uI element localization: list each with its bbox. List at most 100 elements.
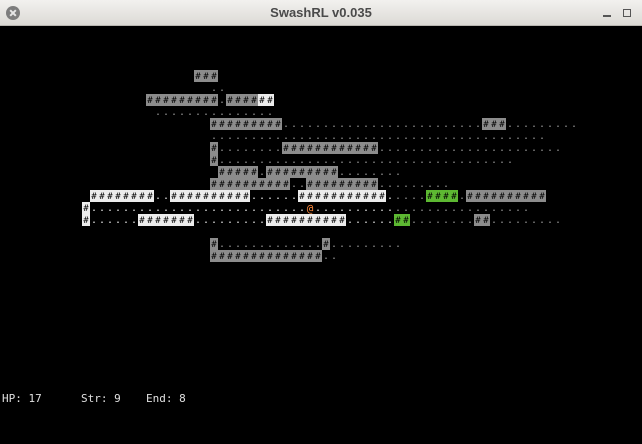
floor-tile: . xyxy=(379,131,385,142)
wall-glyph: # xyxy=(83,204,89,214)
floor-tile: . xyxy=(275,191,281,202)
floor-tile: . xyxy=(331,119,337,130)
wall-glyph: # xyxy=(299,216,305,226)
wall-glyph: # xyxy=(227,96,233,106)
floor-tile: . xyxy=(307,239,313,250)
wall-glyph: # xyxy=(155,216,161,226)
floor-tile: . xyxy=(347,131,353,142)
floor-tile: . xyxy=(259,167,265,178)
wall-glyph: # xyxy=(243,168,249,178)
floor-tile: . xyxy=(499,143,505,154)
floor-tile: . xyxy=(539,143,545,154)
wall-glyph: # xyxy=(275,120,281,130)
floor-tile: . xyxy=(555,119,561,130)
floor-tile: . xyxy=(451,143,457,154)
floor-tile: . xyxy=(315,239,321,250)
floor-tile: . xyxy=(451,155,457,166)
floor-tile: . xyxy=(107,203,113,214)
floor-tile: . xyxy=(459,119,465,130)
floor-tile: . xyxy=(547,119,553,130)
floor-tile: . xyxy=(299,239,305,250)
wall-glyph: # xyxy=(323,144,329,154)
floor-tile: . xyxy=(363,155,369,166)
wall-glyph: # xyxy=(179,192,185,202)
wall-glyph: # xyxy=(147,216,153,226)
wall-glyph: # xyxy=(307,180,313,190)
floor-tile: . xyxy=(91,215,97,226)
floor-tile: . xyxy=(267,191,273,202)
floor-tile: . xyxy=(403,119,409,130)
floor-tile: . xyxy=(155,191,161,202)
floor-tile: . xyxy=(243,143,249,154)
wall-glyph: # xyxy=(331,180,337,190)
wall-glyph: # xyxy=(259,180,265,190)
wall-glyph: # xyxy=(147,96,153,106)
floor-tile: . xyxy=(411,155,417,166)
floor-tile: . xyxy=(339,167,345,178)
floor-tile: . xyxy=(411,203,417,214)
floor-tile: . xyxy=(371,203,377,214)
floor-tile: . xyxy=(435,179,441,190)
floor-tile: . xyxy=(539,131,545,142)
wall-glyph: # xyxy=(83,216,89,226)
floor-tile: . xyxy=(419,131,425,142)
floor-tile: . xyxy=(235,215,241,226)
floor-tile: . xyxy=(419,155,425,166)
floor-tile: . xyxy=(251,143,257,154)
wall-glyph: # xyxy=(315,252,321,262)
floor-tile: . xyxy=(419,179,425,190)
minimize-icon[interactable] xyxy=(600,6,614,20)
wall-glyph: # xyxy=(211,120,217,130)
floor-tile: . xyxy=(531,143,537,154)
floor-tile: . xyxy=(291,239,297,250)
floor-tile: . xyxy=(379,155,385,166)
floor-tile: . xyxy=(291,203,297,214)
floor-tile: . xyxy=(347,167,353,178)
game-map[interactable]: # # #.. # # # # # # # # #. # # # # # #............... # # # #… xyxy=(2,26,642,390)
floor-tile: . xyxy=(419,119,425,130)
floor-tile: . xyxy=(403,131,409,142)
floor-tile: . xyxy=(379,215,385,226)
floor-tile: . xyxy=(435,215,441,226)
floor-tile: . xyxy=(339,203,345,214)
floor-tile: . xyxy=(355,203,361,214)
floor-tile: . xyxy=(243,239,249,250)
floor-tile: . xyxy=(547,215,553,226)
floor-tile: . xyxy=(267,143,273,154)
wall-glyph: # xyxy=(283,180,289,190)
floor-tile: . xyxy=(395,179,401,190)
wall-glyph: # xyxy=(427,192,433,202)
wall-glyph: # xyxy=(91,192,97,202)
floor-tile: . xyxy=(363,167,369,178)
floor-tile: . xyxy=(467,131,473,142)
wall-glyph: # xyxy=(307,252,313,262)
floor-tile: . xyxy=(403,155,409,166)
floor-tile: . xyxy=(323,119,329,130)
maximize-icon[interactable] xyxy=(620,6,634,20)
wall-glyph: # xyxy=(371,192,377,202)
wall-glyph: # xyxy=(347,180,353,190)
floor-tile: . xyxy=(515,131,521,142)
floor-tile: . xyxy=(363,131,369,142)
wall-glyph: # xyxy=(307,192,313,202)
floor-tile: . xyxy=(259,239,265,250)
floor-tile: . xyxy=(283,131,289,142)
floor-tile: . xyxy=(115,215,121,226)
wall-glyph: # xyxy=(267,96,273,106)
floor-tile: . xyxy=(131,215,137,226)
floor-tile: . xyxy=(395,119,401,130)
map-canvas: # # #. .# # # # # # # # #. # # # # # #.............. .# # # #… xyxy=(82,70,577,262)
wall-glyph: # xyxy=(251,96,257,106)
wall-glyph: # xyxy=(267,120,273,130)
floor-tile: . xyxy=(339,155,345,166)
wall-glyph: # xyxy=(203,96,209,106)
floor-tile: . xyxy=(403,179,409,190)
floor-tile: . xyxy=(387,119,393,130)
floor-tile: . xyxy=(347,155,353,166)
floor-tile: . xyxy=(435,203,441,214)
wall-glyph: # xyxy=(171,192,177,202)
player-glyph: @ xyxy=(307,202,314,215)
floor-tile: . xyxy=(395,155,401,166)
wall-glyph: # xyxy=(331,144,337,154)
floor-tile: . xyxy=(291,191,297,202)
